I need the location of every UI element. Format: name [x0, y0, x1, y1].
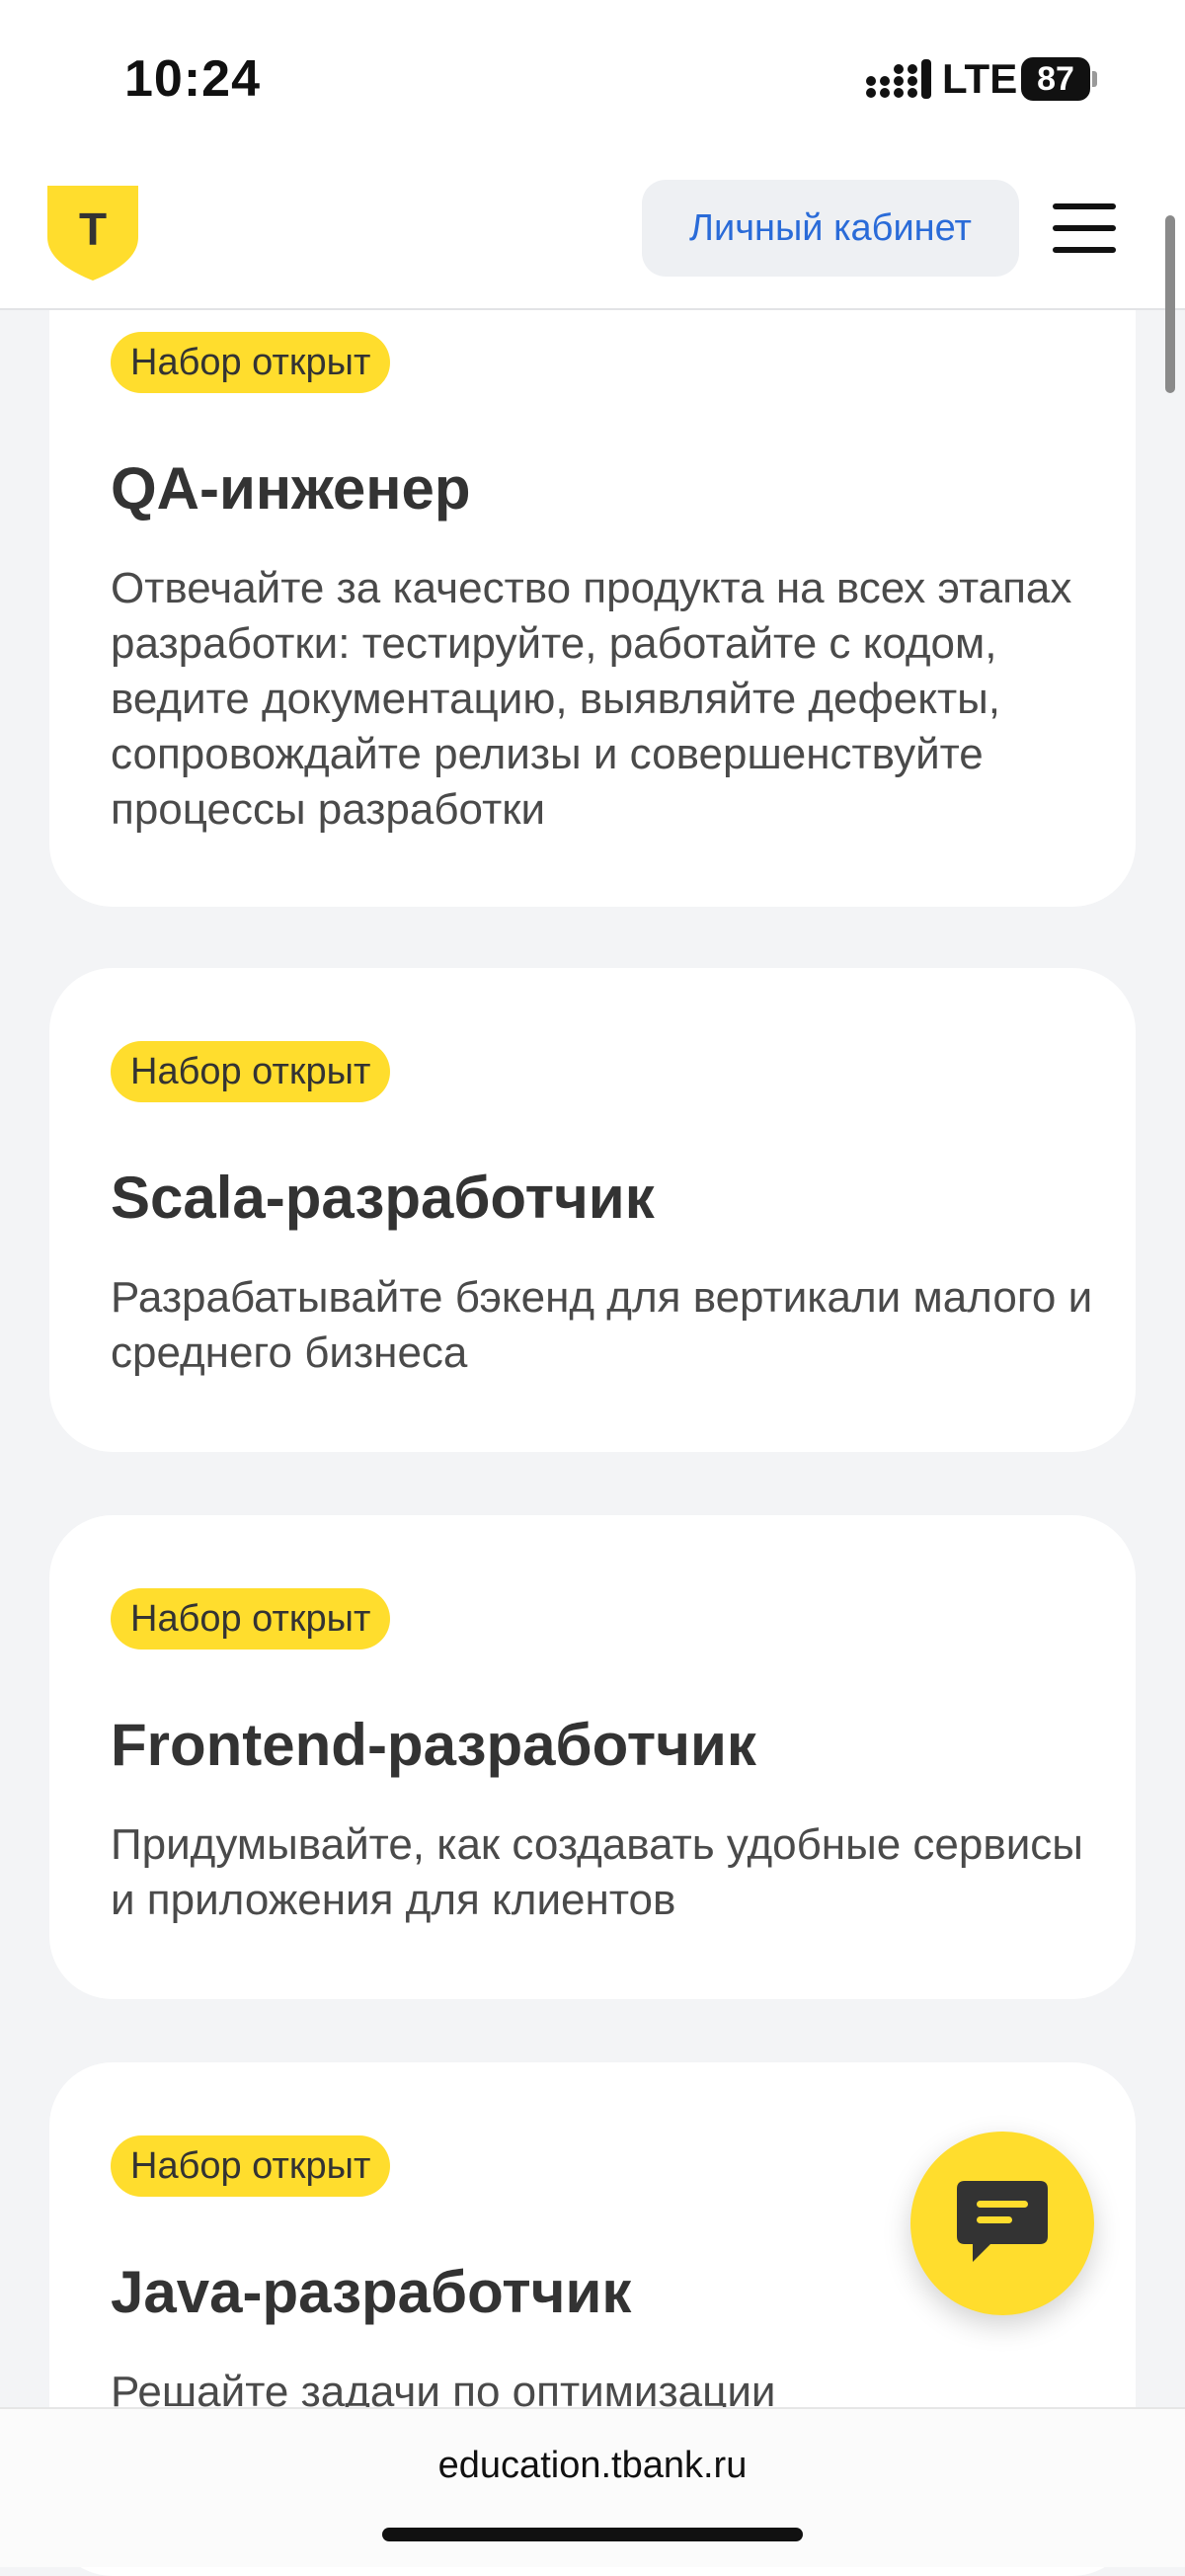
status-badge: Набор открыт [111, 332, 391, 393]
course-card[interactable]: Набор открыт QA-инженер Отвечайте за кач… [49, 247, 1136, 907]
battery-level: 87 [1021, 57, 1090, 101]
home-indicator[interactable] [382, 2528, 803, 2541]
status-bar: 10:24 LTE 87 [0, 0, 1185, 158]
menu-icon[interactable] [1053, 203, 1116, 253]
logo-letter: Т [79, 203, 107, 255]
site-header: Т Личный кабинет [0, 158, 1185, 310]
course-description: Разрабатывайте бэкенд для вертикали мало… [111, 1273, 1093, 1377]
course-description: Придумывайте, как создавать удобные серв… [111, 1820, 1083, 1924]
url-text[interactable]: education.tbank.ru [0, 2445, 1185, 2487]
network-type: LTE [942, 55, 1018, 102]
browser-address-bar[interactable]: education.tbank.ru [0, 2407, 1185, 2567]
status-badge: Набор открыт [111, 2135, 391, 2197]
course-card[interactable]: Набор открыт Scala-разработчик Разрабаты… [49, 968, 1136, 1452]
status-time: 10:24 [124, 50, 261, 108]
course-description: Отвечайте за качество продукта на всех э… [111, 564, 1072, 834]
tbank-logo-icon[interactable]: Т [47, 186, 138, 281]
course-title: Scala-разработчик [111, 1165, 655, 1231]
course-title: Java-разработчик [111, 2259, 632, 2325]
course-title: QA-инженер [111, 455, 471, 522]
course-card[interactable]: Набор открыт Frontend-разработчик Придум… [49, 1515, 1136, 1999]
chat-bubble-icon [957, 2181, 1048, 2262]
status-badge: Набор открыт [111, 1041, 391, 1102]
personal-account-button[interactable]: Личный кабинет [642, 180, 1019, 277]
course-title: Frontend-разработчик [111, 1712, 756, 1778]
battery-icon: 87 [1021, 57, 1097, 101]
chat-button[interactable] [910, 2132, 1094, 2315]
cellular-signal-icon [866, 59, 931, 99]
status-badge: Набор открыт [111, 1588, 391, 1650]
scrollbar[interactable] [1165, 215, 1175, 393]
